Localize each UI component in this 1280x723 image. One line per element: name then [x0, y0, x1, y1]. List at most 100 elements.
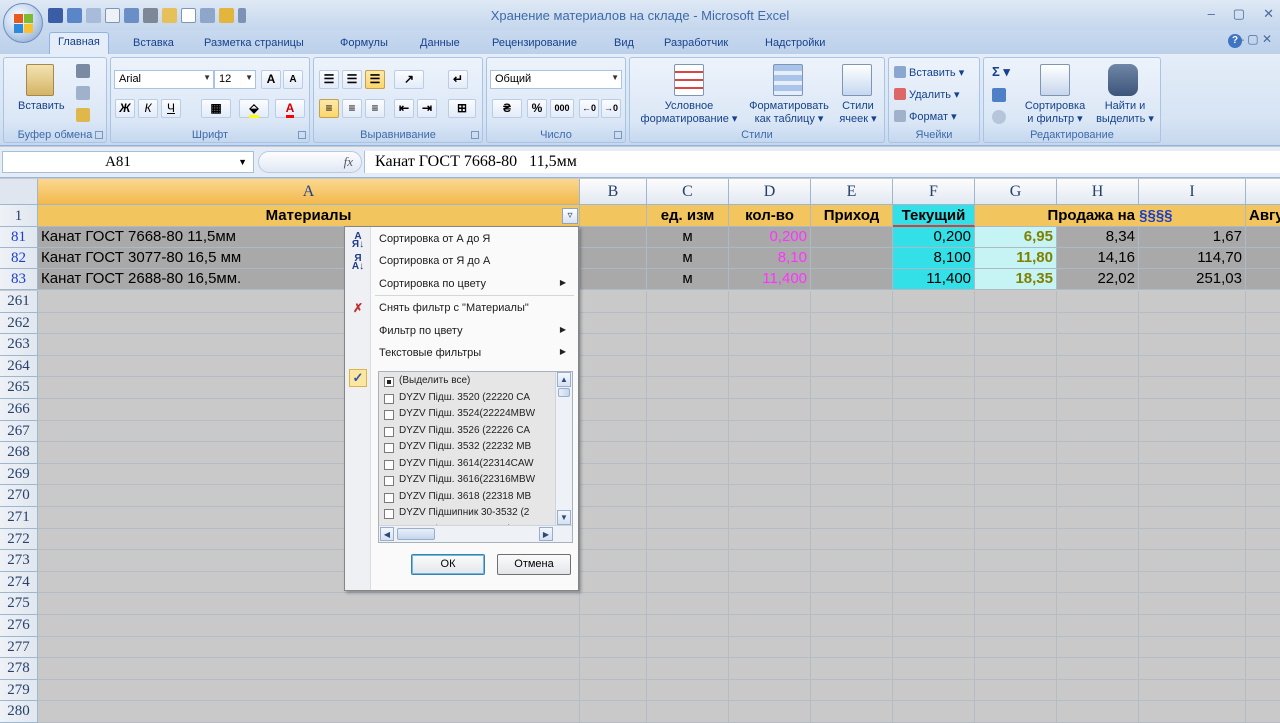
empty-cell[interactable]	[647, 420, 729, 443]
empty-cell[interactable]	[811, 377, 893, 399]
increase-decimal-button[interactable]: ←0	[579, 99, 599, 118]
empty-cell[interactable]	[1139, 615, 1246, 637]
filter-by-color-item[interactable]: Фильтр по цвету ▶	[379, 325, 574, 337]
empty-cell[interactable]	[1139, 463, 1246, 486]
header-materials[interactable]: Материалы	[38, 205, 580, 227]
percent-button[interactable]: %	[527, 99, 547, 118]
empty-cell[interactable]	[647, 291, 729, 313]
header-august[interactable]: Авгу	[1246, 205, 1280, 227]
empty-cell[interactable]	[729, 420, 811, 443]
empty-cell[interactable]	[580, 334, 647, 356]
row-header[interactable]: 273	[0, 550, 38, 572]
empty-cell[interactable]	[1057, 615, 1139, 637]
empty-cell[interactable]	[975, 377, 1057, 399]
empty-cell[interactable]	[647, 679, 729, 702]
empty-cell[interactable]	[580, 528, 647, 551]
sale-price-cell[interactable]: 18,35	[975, 269, 1057, 290]
empty-cell[interactable]	[893, 377, 975, 399]
empty-cell[interactable]	[975, 679, 1057, 702]
filter-value-item[interactable]: DYZV Підш. 3520 (22220 CA	[384, 392, 530, 404]
ribbon-window-controls[interactable]: – ▢ ✕	[1237, 32, 1272, 46]
chevron-down-icon[interactable]: ▼	[238, 152, 247, 172]
price-cell[interactable]: 8,34	[1057, 227, 1139, 248]
empty-cell[interactable]	[647, 550, 729, 572]
empty-cell[interactable]	[893, 463, 975, 486]
column-header-C[interactable]: C	[647, 179, 729, 205]
empty-cell[interactable]	[1246, 615, 1280, 637]
empty-cell[interactable]	[647, 399, 729, 421]
empty-cell[interactable]	[811, 463, 893, 486]
row-header[interactable]: 1	[0, 205, 38, 227]
clear-filter-item[interactable]: Снять фильтр с "Материалы"	[379, 302, 529, 314]
binoculars-icon[interactable]	[1108, 64, 1138, 96]
header-sale[interactable]: Продажа на §§§§	[975, 205, 1246, 227]
filter-value-item[interactable]: DYZV Підшипник 30-3532 (2	[384, 507, 529, 519]
empty-cell[interactable]	[1057, 485, 1139, 507]
empty-cell[interactable]	[1057, 442, 1139, 464]
empty-cell[interactable]	[975, 615, 1057, 637]
italic-button[interactable]: К	[138, 99, 158, 118]
empty-cell[interactable]	[975, 593, 1057, 615]
vertical-scroll-thumb[interactable]	[558, 388, 570, 397]
current-cell[interactable]: 0,200	[893, 227, 975, 248]
empty-cell[interactable]	[729, 571, 811, 594]
price-cell[interactable]: 22,02	[1057, 269, 1139, 290]
filter-value-item[interactable]: DYZV Підш. 3532 (22232 MB	[384, 441, 531, 453]
empty-cell[interactable]	[38, 658, 580, 680]
formula-input[interactable]: Канат ГОСТ 7668-80 11,5мм	[364, 151, 1280, 173]
empty-cell[interactable]	[1139, 334, 1246, 356]
row-header[interactable]: 81	[0, 227, 38, 248]
tab-view[interactable]: Вид	[606, 34, 642, 52]
format-as-table-button[interactable]: Форматировать как таблицу ▾	[742, 100, 836, 125]
row-header[interactable]: 279	[0, 679, 38, 702]
empty-cell[interactable]	[1057, 528, 1139, 551]
font-color-button[interactable]: A	[275, 99, 305, 118]
underline-button[interactable]: Ч	[161, 99, 181, 118]
empty-cell[interactable]	[1057, 636, 1139, 659]
row-header[interactable]: 267	[0, 420, 38, 443]
empty-cell[interactable]	[729, 550, 811, 572]
empty-cell[interactable]	[580, 377, 647, 399]
empty-cell[interactable]	[647, 636, 729, 659]
sale-price-cell[interactable]: 6,95	[975, 227, 1057, 248]
row-header[interactable]: 270	[0, 485, 38, 507]
empty-cell[interactable]	[729, 485, 811, 507]
align-middle-button[interactable]: ☰	[342, 70, 362, 89]
checkbox-icon[interactable]	[384, 459, 394, 470]
empty-cell[interactable]	[1139, 528, 1246, 551]
empty-cell[interactable]	[1139, 442, 1246, 464]
checkbox-icon[interactable]	[384, 443, 394, 453]
empty-cell[interactable]	[1246, 464, 1280, 486]
empty-cell[interactable]	[729, 679, 811, 702]
cell-styles-button[interactable]: Стили ячеек ▾	[836, 100, 880, 125]
empty-cell[interactable]	[729, 615, 811, 637]
empty-cell[interactable]	[1139, 291, 1246, 313]
empty-cell[interactable]	[975, 312, 1057, 335]
ok-button[interactable]: ОК	[411, 554, 485, 575]
empty-cell[interactable]	[1246, 421, 1280, 443]
align-top-button[interactable]: ☰	[319, 70, 339, 89]
header-unit[interactable]: ед. изм	[647, 205, 729, 227]
empty-cell[interactable]	[811, 571, 893, 594]
row-header[interactable]: 276	[0, 615, 38, 637]
sort-by-color-item[interactable]: Сортировка по цвету ▶	[379, 278, 574, 290]
empty-cell[interactable]	[1246, 399, 1280, 421]
empty-cell[interactable]	[975, 420, 1057, 443]
row-header[interactable]: 263	[0, 334, 38, 356]
autosum-button[interactable]: Σ ▾	[992, 64, 1010, 80]
select-all-corner[interactable]	[0, 179, 38, 205]
column-header-next[interactable]	[1246, 179, 1280, 205]
cell-b[interactable]	[580, 227, 647, 248]
minimize-icon[interactable]: –	[1208, 6, 1215, 22]
empty-cell[interactable]	[1057, 593, 1139, 615]
vertical-scrollbar[interactable]: ▲ ▼	[555, 372, 572, 526]
empty-cell[interactable]	[1139, 658, 1246, 680]
empty-cell[interactable]	[975, 571, 1057, 594]
empty-cell[interactable]	[1246, 572, 1280, 594]
row-header[interactable]: 262	[0, 312, 38, 335]
align-right-button[interactable]: ≡	[365, 99, 385, 118]
tab-insert[interactable]: Вставка	[125, 34, 182, 52]
row-header[interactable]: 82	[0, 248, 38, 269]
tab-developer[interactable]: Разработчик	[656, 34, 736, 52]
checkbox-icon[interactable]	[384, 410, 394, 420]
